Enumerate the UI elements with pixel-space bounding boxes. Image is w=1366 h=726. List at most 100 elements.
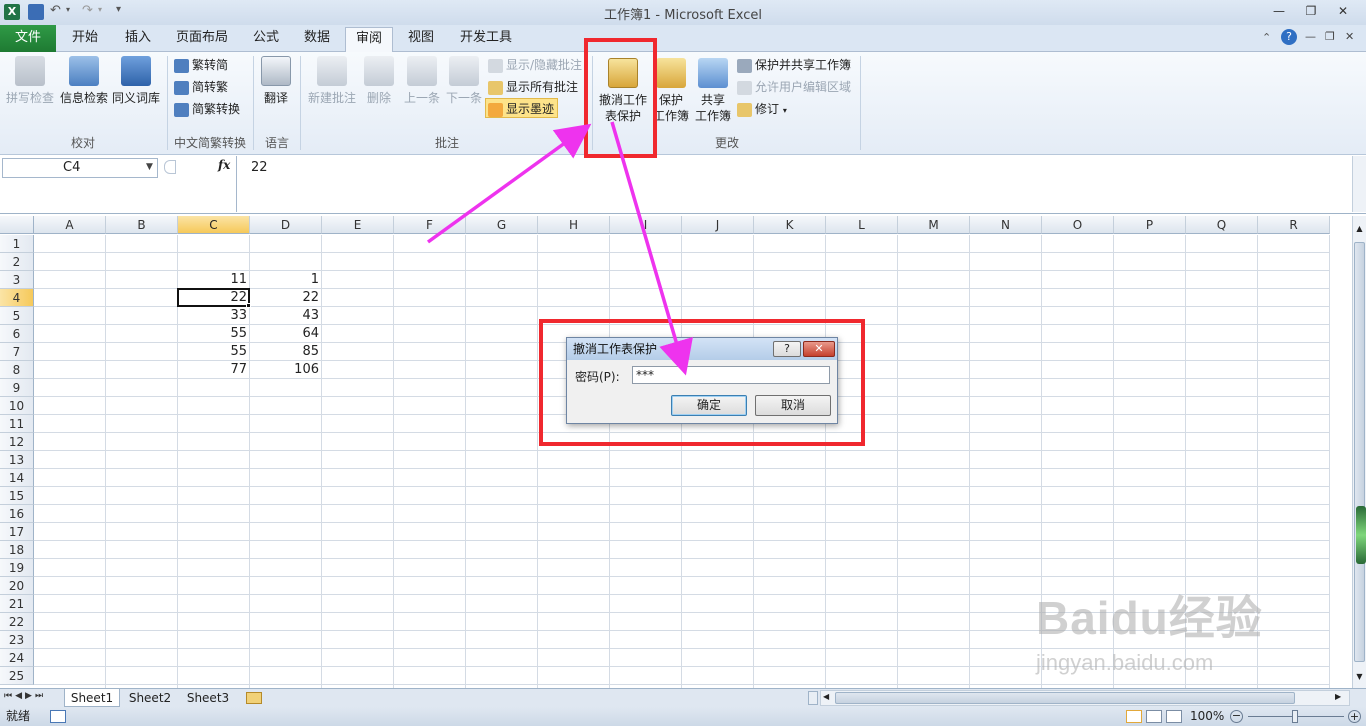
tab-page-layout[interactable]: 页面布局 bbox=[166, 27, 238, 51]
to-traditional-button[interactable]: 简转繁 bbox=[174, 77, 228, 97]
tab-review[interactable]: 审阅 bbox=[345, 27, 394, 53]
sheet-tab-3[interactable]: Sheet3 bbox=[180, 689, 236, 707]
vertical-scrollbar[interactable]: ▲ ▼ bbox=[1352, 216, 1366, 688]
next-comment-icon bbox=[449, 56, 479, 86]
wb-close-icon[interactable]: ✕ bbox=[1345, 30, 1354, 43]
scroll-right-icon[interactable]: ▶ bbox=[1335, 692, 1341, 701]
translate-icon bbox=[261, 56, 291, 86]
thesaurus-icon bbox=[121, 56, 151, 86]
group-label-proofing: 校对 bbox=[70, 136, 95, 150]
cell-C7[interactable]: 55 bbox=[178, 343, 250, 361]
ok-button[interactable]: 确定 bbox=[671, 395, 747, 416]
show-ink-button[interactable]: 显示墨迹 bbox=[485, 98, 559, 118]
thesaurus-button[interactable]: 同义词库 bbox=[110, 56, 162, 106]
page-layout-view-icon[interactable] bbox=[1146, 710, 1162, 723]
scroll-left-icon[interactable]: ◀ bbox=[823, 692, 829, 701]
scroll-up-icon[interactable]: ▲ bbox=[1354, 224, 1365, 236]
cancel-button[interactable]: 取消 bbox=[755, 395, 831, 416]
name-box-dropdown-icon[interactable]: ▼ bbox=[146, 162, 153, 172]
help-icon[interactable]: ? bbox=[1281, 29, 1297, 45]
vertical-scroll-thumb[interactable] bbox=[1354, 242, 1365, 662]
new-comment-button[interactable]: 新建批注 bbox=[304, 56, 360, 106]
translate-button[interactable]: 翻译 bbox=[254, 56, 298, 106]
allow-edit-ranges-icon bbox=[737, 80, 752, 95]
tab-home[interactable]: 开始 bbox=[62, 27, 108, 51]
cell-D5[interactable]: 43 bbox=[250, 307, 322, 325]
formula-bar-resize-handle[interactable] bbox=[164, 160, 176, 174]
zoom-in-icon[interactable]: + bbox=[1348, 710, 1361, 723]
cell-C3[interactable]: 11 bbox=[178, 271, 250, 289]
sheet-nav-arrows-icon[interactable]: ⏮◀▶⏭ bbox=[4, 691, 46, 701]
tab-view[interactable]: 视图 bbox=[398, 27, 444, 51]
share-workbook-button[interactable]: 共享 工作簿 bbox=[692, 58, 734, 124]
close-button[interactable]: ✕ bbox=[1332, 3, 1354, 19]
collapse-ribbon-icon[interactable]: ⌃ bbox=[1262, 31, 1271, 44]
normal-view-icon[interactable] bbox=[1126, 710, 1142, 723]
scroll-down-icon[interactable]: ▼ bbox=[1354, 672, 1365, 684]
watermark-url: jingyan.baidu.com bbox=[1036, 650, 1214, 675]
research-button[interactable]: 信息检索 bbox=[58, 56, 110, 106]
to-simplified-button[interactable]: 繁转简 bbox=[174, 55, 228, 75]
status-ready: 就绪 bbox=[6, 709, 31, 723]
zoom-level[interactable]: 100% bbox=[1190, 707, 1224, 726]
zoom-slider-thumb[interactable] bbox=[1292, 710, 1298, 723]
tab-split-handle[interactable] bbox=[808, 691, 818, 705]
wb-minimize-icon[interactable]: — bbox=[1305, 30, 1316, 43]
group-label-language: 语言 bbox=[264, 136, 289, 150]
macro-record-icon[interactable] bbox=[50, 710, 66, 723]
cell-D3[interactable]: 1 bbox=[250, 271, 322, 289]
insert-sheet-icon[interactable] bbox=[246, 692, 262, 704]
show-hide-comment-button[interactable]: 显示/隐藏批注 bbox=[488, 55, 582, 75]
delete-comment-button[interactable]: 删除 bbox=[360, 56, 398, 106]
cell-C6[interactable]: 55 bbox=[178, 325, 250, 343]
convert-chinese-button[interactable]: 简繁转换 bbox=[174, 99, 240, 119]
next-comment-button[interactable]: 下一条 bbox=[442, 56, 486, 106]
cell-D7[interactable]: 85 bbox=[250, 343, 322, 361]
research-icon bbox=[69, 56, 99, 86]
minimize-button[interactable]: — bbox=[1268, 3, 1290, 19]
cell-C8[interactable]: 77 bbox=[178, 361, 250, 379]
show-all-comments-icon bbox=[488, 80, 503, 95]
allow-edit-ranges-button[interactable]: 允许用户编辑区域 bbox=[737, 77, 851, 97]
spell-check-button[interactable]: 拼写检查 bbox=[4, 56, 56, 106]
previous-comment-button[interactable]: 上一条 bbox=[400, 56, 444, 106]
tab-formulas[interactable]: 公式 bbox=[243, 27, 289, 51]
dialog-help-button[interactable]: ? bbox=[773, 341, 801, 357]
tab-developer[interactable]: 开发工具 bbox=[450, 27, 522, 51]
cell-D8[interactable]: 106 bbox=[250, 361, 322, 379]
to-traditional-icon bbox=[174, 80, 189, 95]
wb-restore-icon[interactable]: ❐ bbox=[1325, 30, 1335, 43]
protect-workbook-icon bbox=[656, 58, 686, 88]
zoom-out-icon[interactable]: − bbox=[1230, 710, 1243, 723]
spell-check-icon bbox=[15, 56, 45, 86]
sheet-tab-1[interactable]: Sheet1 bbox=[64, 689, 120, 707]
restore-button[interactable]: ❐ bbox=[1300, 3, 1322, 19]
insert-function-icon[interactable]: fx bbox=[218, 158, 230, 172]
cell-D4[interactable]: 22 bbox=[250, 289, 322, 307]
track-changes-button[interactable]: 修订 ▾ bbox=[737, 99, 787, 119]
protect-share-icon bbox=[737, 58, 752, 73]
convert-chinese-icon bbox=[174, 102, 189, 117]
tab-file[interactable]: 文件 bbox=[0, 25, 56, 52]
ribbon-review: 拼写检查 信息检索 同义词库 校对 繁转简 简转繁 简繁转换 中文简繁转换 翻译… bbox=[0, 52, 1366, 155]
show-all-comments-button[interactable]: 显示所有批注 bbox=[488, 77, 578, 97]
formula-bar: C4 ▼ fx 22 bbox=[0, 156, 1366, 214]
name-box[interactable]: C4 bbox=[2, 158, 158, 178]
password-input[interactable]: *** bbox=[632, 366, 830, 384]
protect-share-workbook-button[interactable]: 保护并共享工作簿 bbox=[737, 55, 851, 75]
side-widget-handle[interactable] bbox=[1356, 506, 1366, 564]
protect-workbook-button[interactable]: 保护 工作簿 bbox=[652, 58, 690, 124]
cell-D6[interactable]: 64 bbox=[250, 325, 322, 343]
horizontal-scrollbar[interactable]: ◀ ▶ bbox=[820, 690, 1350, 706]
page-break-view-icon[interactable] bbox=[1166, 710, 1182, 723]
fill-handle[interactable] bbox=[246, 303, 251, 308]
sheet-tab-2[interactable]: Sheet2 bbox=[122, 689, 178, 707]
horizontal-scroll-thumb[interactable] bbox=[835, 692, 1295, 704]
password-label: 密码(P): bbox=[575, 370, 620, 384]
dialog-close-button[interactable]: ✕ bbox=[803, 341, 835, 357]
formula-expand-scrollbar[interactable] bbox=[1352, 156, 1366, 212]
cell-C5[interactable]: 33 bbox=[178, 307, 250, 325]
formula-input[interactable]: 22 bbox=[236, 156, 1352, 212]
tab-insert[interactable]: 插入 bbox=[115, 27, 161, 51]
tab-data[interactable]: 数据 bbox=[294, 27, 340, 51]
